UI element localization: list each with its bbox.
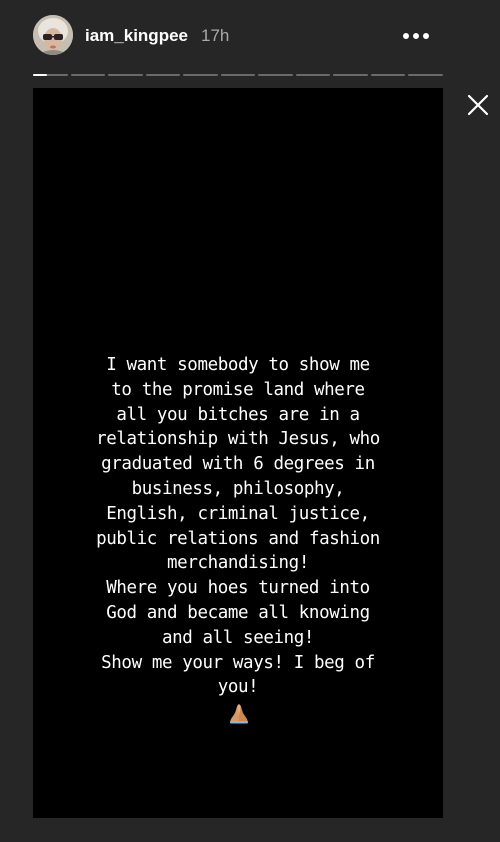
progress-segment xyxy=(295,74,331,76)
story-text-line: graduated with 6 degrees in xyxy=(101,454,375,475)
story-text-line: English, criminal justice, xyxy=(106,503,370,524)
story-text-line: you! xyxy=(217,677,259,698)
story-text-line: relationship with Jesus, who xyxy=(96,429,380,450)
close-icon[interactable] xyxy=(466,93,490,117)
progress-segment xyxy=(220,74,256,76)
story-text-line: business, philosophy, xyxy=(131,478,345,499)
story-text: I want somebody to show me to the promis… xyxy=(33,353,443,700)
progress-segment xyxy=(333,74,368,76)
emoji-row xyxy=(33,702,443,726)
progress-segment xyxy=(33,74,68,76)
progress-segment xyxy=(258,74,293,76)
progress-segment xyxy=(370,74,406,76)
more-horizontal-icon[interactable] xyxy=(396,22,436,50)
progress-segment xyxy=(145,74,181,76)
praying-hands-icon xyxy=(230,704,248,724)
progress-segment-fill xyxy=(33,74,47,76)
progress-segment xyxy=(70,74,106,76)
story-header: iam_kingpee 17h xyxy=(0,0,500,72)
close-icon-glyph xyxy=(467,94,489,116)
story-text-line: and all seeing! xyxy=(161,627,315,648)
story-text-line: all you bitches are in a xyxy=(116,404,360,425)
story-text-line: Show me your ways! I beg of xyxy=(101,652,375,673)
more-dot xyxy=(413,33,419,39)
story-text-line: I want somebody to show me xyxy=(106,355,370,375)
progress-segment xyxy=(183,74,218,76)
more-dot xyxy=(403,33,409,39)
progress-segment xyxy=(408,74,443,76)
timestamp: 17h xyxy=(201,26,230,45)
avatar[interactable] xyxy=(33,15,73,55)
story-text-line: public relations and fashion xyxy=(96,528,380,549)
story-content[interactable]: I want somebody to show me to the promis… xyxy=(33,88,443,818)
story-progress-bar xyxy=(33,74,443,77)
story-text-line: God and became all knowing xyxy=(106,602,370,623)
story-text-line: Where you hoes turned into xyxy=(106,578,370,599)
progress-segment xyxy=(108,74,143,76)
username[interactable]: iam_kingpee xyxy=(85,26,188,46)
more-dot xyxy=(423,33,429,39)
story-text-line: to the promise land where xyxy=(111,379,365,400)
avatar-image xyxy=(33,15,73,55)
story-text-line: merchandising! xyxy=(167,553,309,574)
